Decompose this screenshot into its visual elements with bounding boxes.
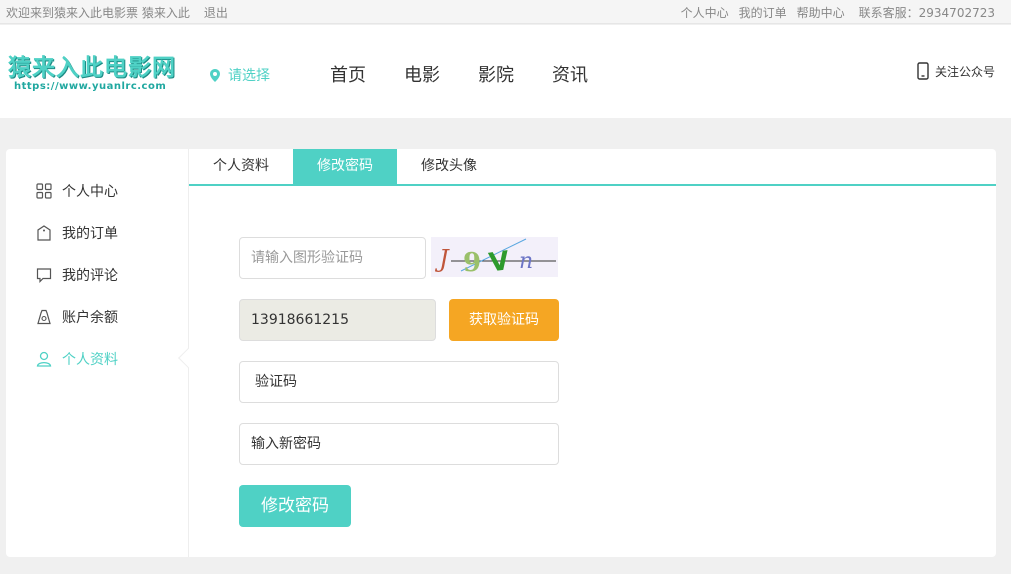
logo-title: 猿来入此电影网 xyxy=(8,55,176,81)
tab-profile[interactable]: 个人资料 xyxy=(189,149,293,184)
welcome-text: 欢迎来到猿来入此电影票 猿来入此 xyxy=(6,6,190,20)
city-placeholder: 请选择 xyxy=(228,68,270,84)
tag-icon xyxy=(37,225,51,241)
comment-icon xyxy=(36,268,52,283)
follow-official-account[interactable]: 关注公众号 xyxy=(917,62,995,80)
sidebar-item-label: 个人中心 xyxy=(62,184,118,200)
nav-news[interactable]: 资讯 xyxy=(552,61,588,87)
captcha-char: n xyxy=(519,249,533,274)
grid-icon xyxy=(36,183,52,199)
help-center-link[interactable]: 帮助中心 xyxy=(797,4,845,21)
site-header: 猿来入此电影网 https://www.yuanlrc.com 请选择 首页 电… xyxy=(0,25,1011,118)
follow-label: 关注公众号 xyxy=(934,64,995,79)
my-orders-link[interactable]: 我的订单 xyxy=(739,4,787,21)
sidebar-item-personal-center[interactable]: 个人中心 xyxy=(36,181,118,201)
user-icon xyxy=(36,351,52,367)
tab-change-avatar[interactable]: 修改头像 xyxy=(397,149,501,184)
captcha-char: V xyxy=(487,246,511,277)
main-nav: 首页 电影 影院 资讯 xyxy=(330,61,588,87)
sidebar: 个人中心 我的订单 我的评论 账户余额 个人资料 xyxy=(6,149,189,557)
phone-icon xyxy=(917,62,929,80)
captcha-char: 9 xyxy=(463,248,481,277)
change-password-button[interactable]: 修改密码 xyxy=(239,485,351,527)
nav-movies[interactable]: 电影 xyxy=(404,61,440,87)
customer-service-text: 联系客服：2934702723 xyxy=(858,6,995,20)
sidebar-item-account-balance[interactable]: 账户余额 xyxy=(36,307,118,327)
wallet-icon xyxy=(37,309,51,325)
personal-center-link[interactable]: 个人中心 xyxy=(681,4,729,21)
sidebar-item-profile[interactable]: 个人资料 xyxy=(36,349,118,369)
top-bar: 欢迎来到猿来入此电影票 猿来入此 退出 个人中心 我的订单 帮助中心 联系客服：… xyxy=(0,0,1011,24)
sidebar-item-label: 我的订单 xyxy=(62,226,118,242)
sidebar-item-my-comments[interactable]: 我的评论 xyxy=(36,265,118,285)
logout-link[interactable]: 退出 xyxy=(204,4,228,21)
sidebar-item-label: 个人资料 xyxy=(62,352,118,368)
phone-number-field: 13918661215 xyxy=(239,299,436,341)
get-verification-code-button[interactable]: 获取验证码 xyxy=(449,299,559,341)
nav-cinemas[interactable]: 影院 xyxy=(478,61,514,87)
tab-bar: 个人资料 修改密码 修改头像 xyxy=(189,149,996,186)
new-password-input[interactable]: 输入新密码 xyxy=(239,423,559,465)
city-selector[interactable]: 请选择 xyxy=(210,65,270,85)
verification-code-input[interactable]: 验证码 xyxy=(239,361,559,403)
captcha-image[interactable]: J 9 V n xyxy=(431,237,558,279)
site-logo[interactable]: 猿来入此电影网 https://www.yuanlrc.com xyxy=(8,55,176,93)
nav-home[interactable]: 首页 xyxy=(330,61,366,87)
location-pin-icon xyxy=(210,68,220,82)
account-panel: 个人中心 我的订单 我的评论 账户余额 个人资料 个人资料 修改密码 修改头像 … xyxy=(6,149,996,557)
sidebar-item-label: 我的评论 xyxy=(62,268,118,284)
sidebar-item-my-orders[interactable]: 我的订单 xyxy=(36,223,118,243)
tab-change-password[interactable]: 修改密码 xyxy=(293,149,397,184)
logo-url: https://www.yuanlrc.com xyxy=(14,81,167,92)
captcha-input[interactable]: 请输入图形验证码 xyxy=(239,237,426,279)
sidebar-item-label: 账户余额 xyxy=(62,310,118,326)
